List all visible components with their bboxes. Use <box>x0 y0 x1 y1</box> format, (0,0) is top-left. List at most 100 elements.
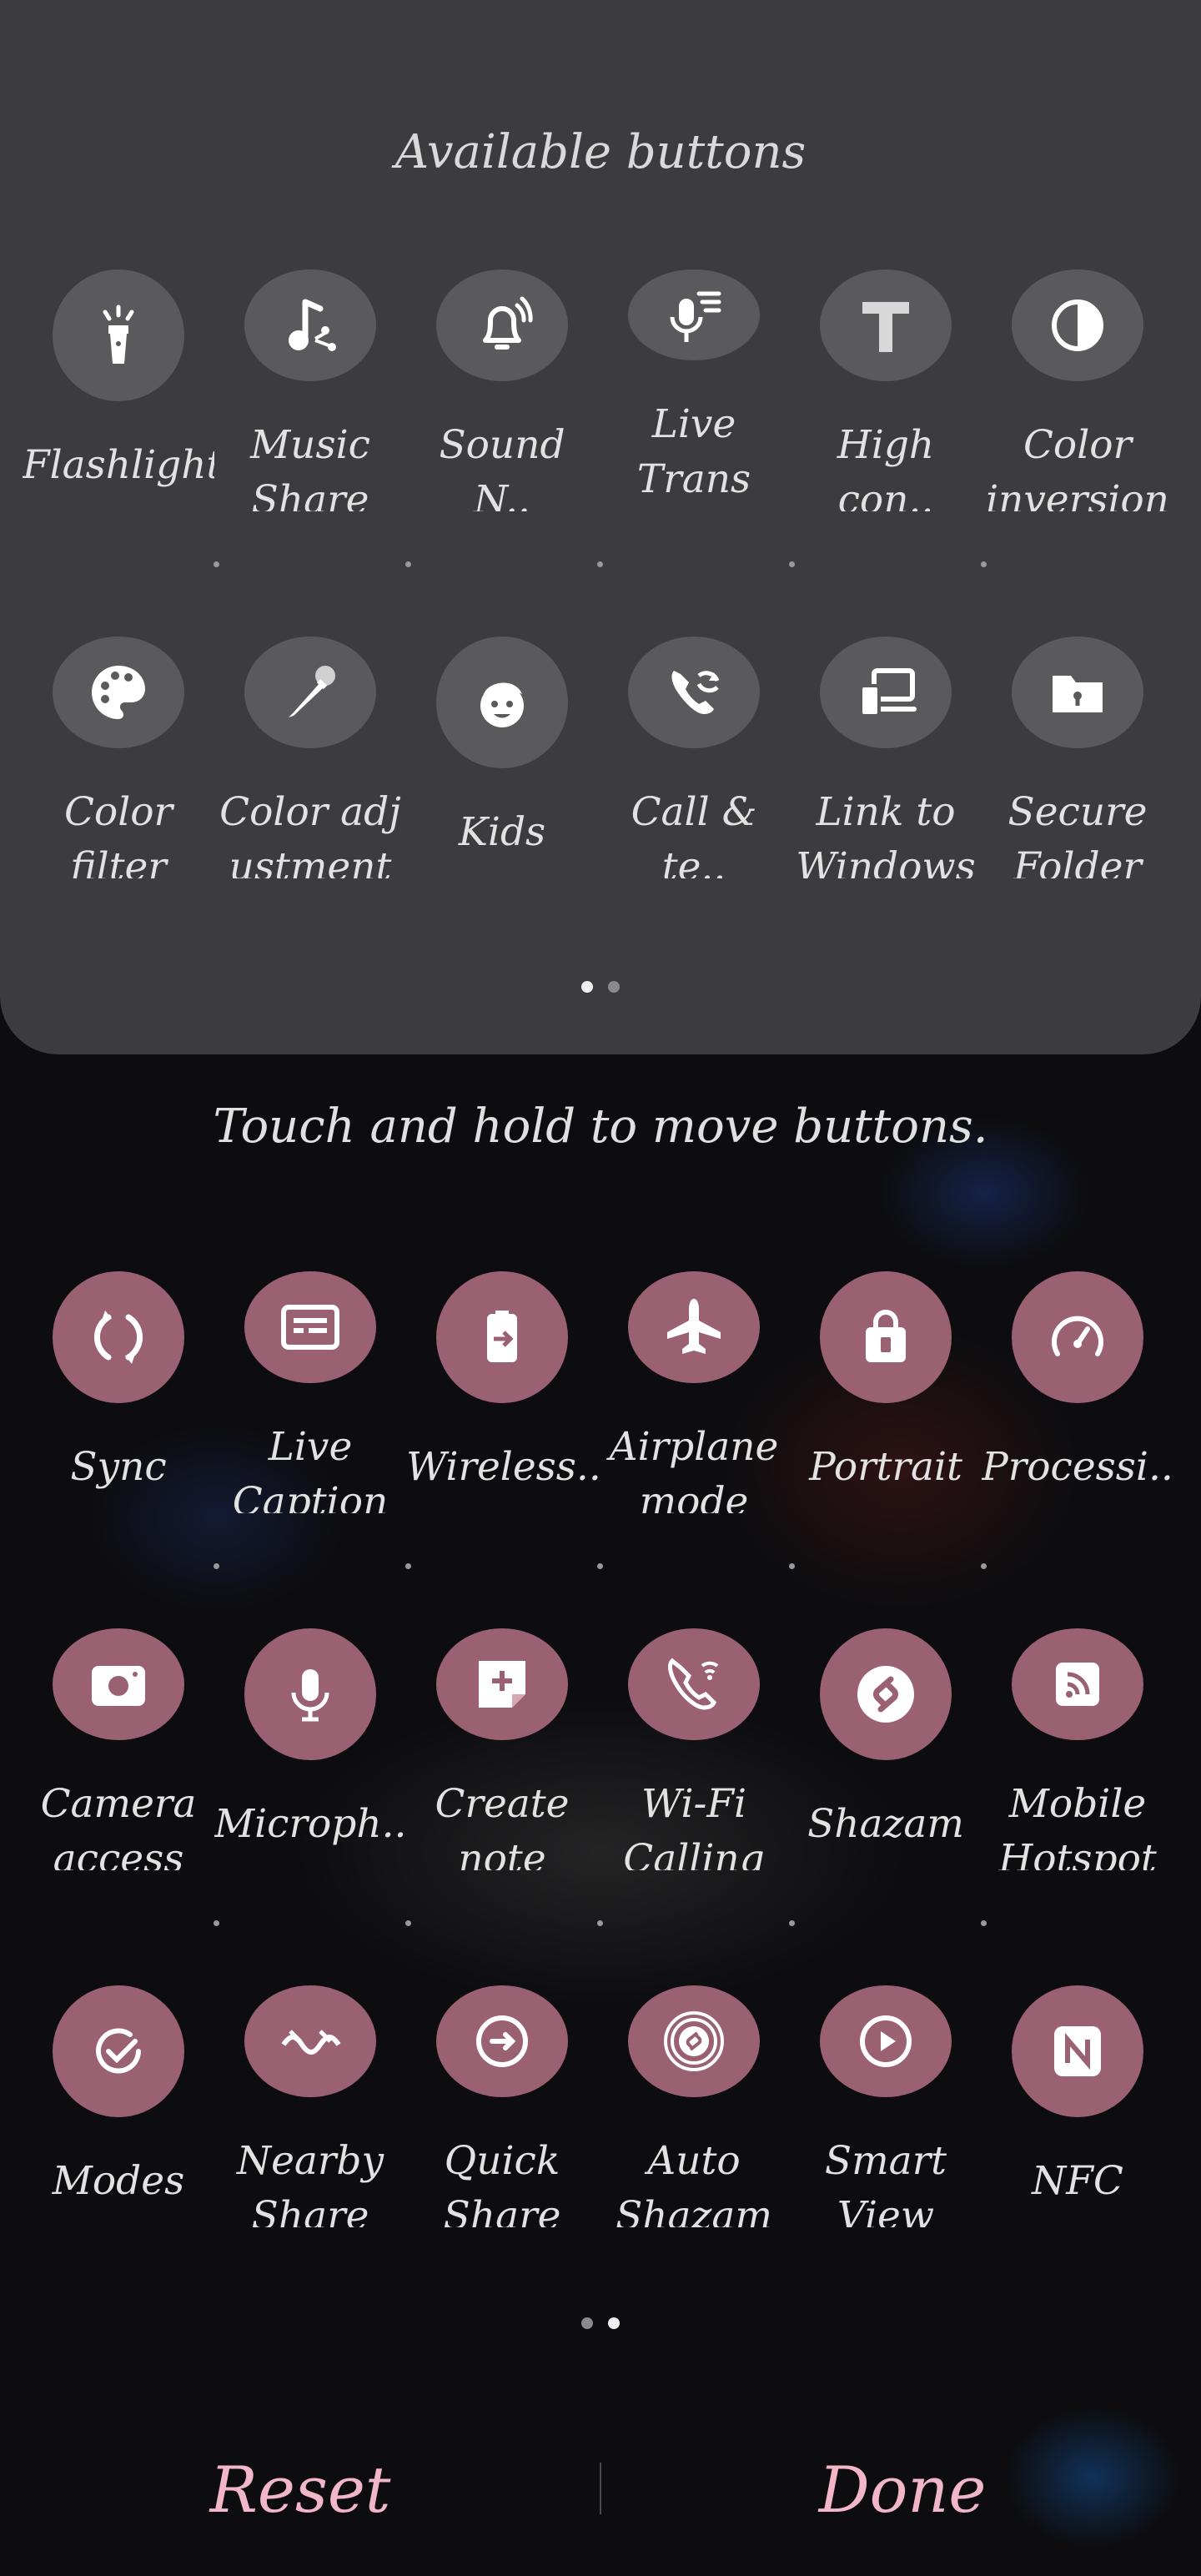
button-label: Live Caption <box>232 1424 389 1513</box>
modes-icon <box>53 1985 184 2117</box>
quick-panel-button-color-inversion[interactable]: Color inversion <box>982 269 1173 511</box>
quick-panel-button-sound-notification[interactable]: Sound N.. <box>406 269 598 511</box>
separator-dot <box>214 1563 219 1569</box>
button-label: Sync <box>70 1444 167 1490</box>
button-label: Color filter <box>63 789 173 878</box>
sync-icon <box>53 1271 184 1403</box>
quick-panel-button-live-transcribe[interactable]: Live Trans cribe <box>598 269 790 511</box>
active-page-indicator[interactable] <box>0 2317 1201 2329</box>
button-label: Portrait <box>809 1444 962 1490</box>
quick-panel-button-microphone[interactable]: Microph.. <box>214 1628 406 1870</box>
quick-panel-button-auto-shazam[interactable]: Auto Shazam <box>598 1985 790 2227</box>
quick-panel-button-smart-view[interactable]: Smart View <box>790 1985 982 2227</box>
nfc-icon <box>1012 1985 1143 2117</box>
button-row: Modes Nearby Share Quick Share Auto Shazam S… <box>0 1985 1201 2227</box>
page-dot-2[interactable] <box>608 981 620 993</box>
button-row: Color filter Color adj ustment Kids Call & … <box>0 636 1201 878</box>
quick-panel-button-call-text[interactable]: Call & te.. <box>598 636 790 878</box>
separator-dot <box>981 561 987 567</box>
button-row: Camera access Microph.. Create note Wi-Fi C… <box>0 1628 1201 1870</box>
quick-panel-button-camera[interactable]: Camera access <box>23 1628 214 1870</box>
button-label: Quick Share <box>443 2138 561 2227</box>
page-dot-1[interactable] <box>581 2317 593 2329</box>
quick-panel-button-airplane[interactable]: Airplane mode <box>598 1271 790 1513</box>
button-label: Music Share <box>250 422 370 511</box>
button-label: Microph.. <box>214 1801 406 1847</box>
separator-dot <box>405 561 411 567</box>
quick-panel-button-wifi-calling[interactable]: Wi-Fi Calling <box>598 1628 790 1870</box>
quick-panel-button-flashlight[interactable]: Flashlight <box>23 269 214 511</box>
quick-panel-button-color-adjustment[interactable]: Color adj ustment <box>214 636 406 878</box>
music-share-icon <box>244 269 376 382</box>
quick-panel-button-nfc[interactable]: NFC <box>982 1985 1173 2227</box>
portrait-lock-icon <box>820 1271 952 1403</box>
quick-panel-button-secure-folder[interactable]: Secure Folder <box>982 636 1173 878</box>
quick-panel-button-kids[interactable]: Kids <box>406 636 598 878</box>
button-label: Secure Folder <box>1008 789 1148 878</box>
separator-dot <box>214 561 219 567</box>
divider <box>600 2463 601 2514</box>
secure-folder-icon <box>1012 636 1143 749</box>
available-page-indicator[interactable] <box>0 981 1201 993</box>
quick-share-icon <box>436 1985 568 2098</box>
panel-title: Available buttons <box>394 125 807 179</box>
quick-panel-button-quick-share[interactable]: Quick Share <box>406 1985 598 2227</box>
quick-panel-button-color-filter[interactable]: Color filter <box>23 636 214 878</box>
hint-text: Touch and hold to move buttons. <box>213 1099 988 1154</box>
quick-panel-button-high-contrast[interactable]: High con.. <box>790 269 982 511</box>
color-filter-icon <box>53 636 184 749</box>
separator-dot <box>597 1920 603 1926</box>
live-transcribe-icon <box>628 269 760 361</box>
button-label: Color adj ustment <box>219 789 401 878</box>
quick-panel-button-wireless-powershare[interactable]: Wireless.. <box>406 1271 598 1513</box>
button-label: Mobile Hotspot <box>998 1781 1157 1870</box>
kids-icon <box>436 636 568 768</box>
processing-speed-icon <box>1012 1271 1143 1403</box>
done-button[interactable]: Done <box>652 2453 1153 2527</box>
button-label: Processi.. <box>982 1444 1173 1490</box>
quick-panel-button-mobile-hotspot[interactable]: Mobile Hotspot <box>982 1628 1173 1870</box>
live-caption-icon <box>244 1271 376 1384</box>
quick-panel-button-create-note[interactable]: Create note <box>406 1628 598 1870</box>
mobile-hotspot-icon <box>1012 1628 1143 1741</box>
button-label: Color inversion <box>986 422 1169 511</box>
quick-panel-button-nearby-share[interactable]: Nearby Share <box>214 1985 406 2227</box>
page-dot-2[interactable] <box>608 2317 620 2329</box>
camera-icon <box>53 1628 184 1741</box>
button-row: Sync Live Caption Wireless.. Airplane mode P… <box>0 1271 1201 1513</box>
row-separator <box>0 1920 1201 1929</box>
quick-panel-button-link-to-windows[interactable]: Link to Windows <box>790 636 982 878</box>
call-text-icon <box>628 636 760 749</box>
quick-panel-button-music-share[interactable]: Music Share <box>214 269 406 511</box>
quick-panel-button-processing-speed[interactable]: Processi.. <box>982 1271 1173 1513</box>
link-to-windows-icon <box>820 636 952 749</box>
button-label: Sound N.. <box>439 422 565 511</box>
button-label: Live Trans cribe <box>636 401 751 503</box>
quick-panel-button-portrait-lock[interactable]: Portrait <box>790 1271 982 1513</box>
color-adjustment-icon <box>244 636 376 749</box>
button-label: Link to Windows <box>796 789 976 878</box>
quick-panel-button-shazam[interactable]: Shazam <box>790 1628 982 1870</box>
separator-dot <box>597 561 603 567</box>
button-label: Call & te.. <box>631 789 757 878</box>
create-note-icon <box>436 1628 568 1741</box>
quick-panel-button-modes[interactable]: Modes <box>23 1985 214 2227</box>
page-dot-1[interactable] <box>581 981 593 993</box>
button-label: Nearby Share <box>236 2138 384 2227</box>
nearby-share-icon <box>244 1985 376 2098</box>
high-contrast-icon <box>820 269 952 382</box>
quick-panel-button-live-caption[interactable]: Live Caption <box>214 1271 406 1513</box>
button-label: High con.. <box>837 422 935 511</box>
button-label: Wi-Fi Calling <box>623 1781 765 1870</box>
button-label: Shazam <box>807 1801 964 1847</box>
separator-dot <box>789 1563 795 1569</box>
shazam-icon <box>820 1628 952 1760</box>
row-separator <box>0 561 1201 570</box>
bottom-action-bar: Reset Done <box>0 2419 1201 2553</box>
reset-button[interactable]: Reset <box>50 2453 550 2527</box>
row-separator <box>0 1563 1201 1572</box>
quick-panel-button-sync[interactable]: Sync <box>23 1271 214 1513</box>
sound-notification-icon <box>436 269 568 382</box>
wifi-calling-icon <box>628 1628 760 1741</box>
button-label: Wireless.. <box>406 1444 598 1490</box>
